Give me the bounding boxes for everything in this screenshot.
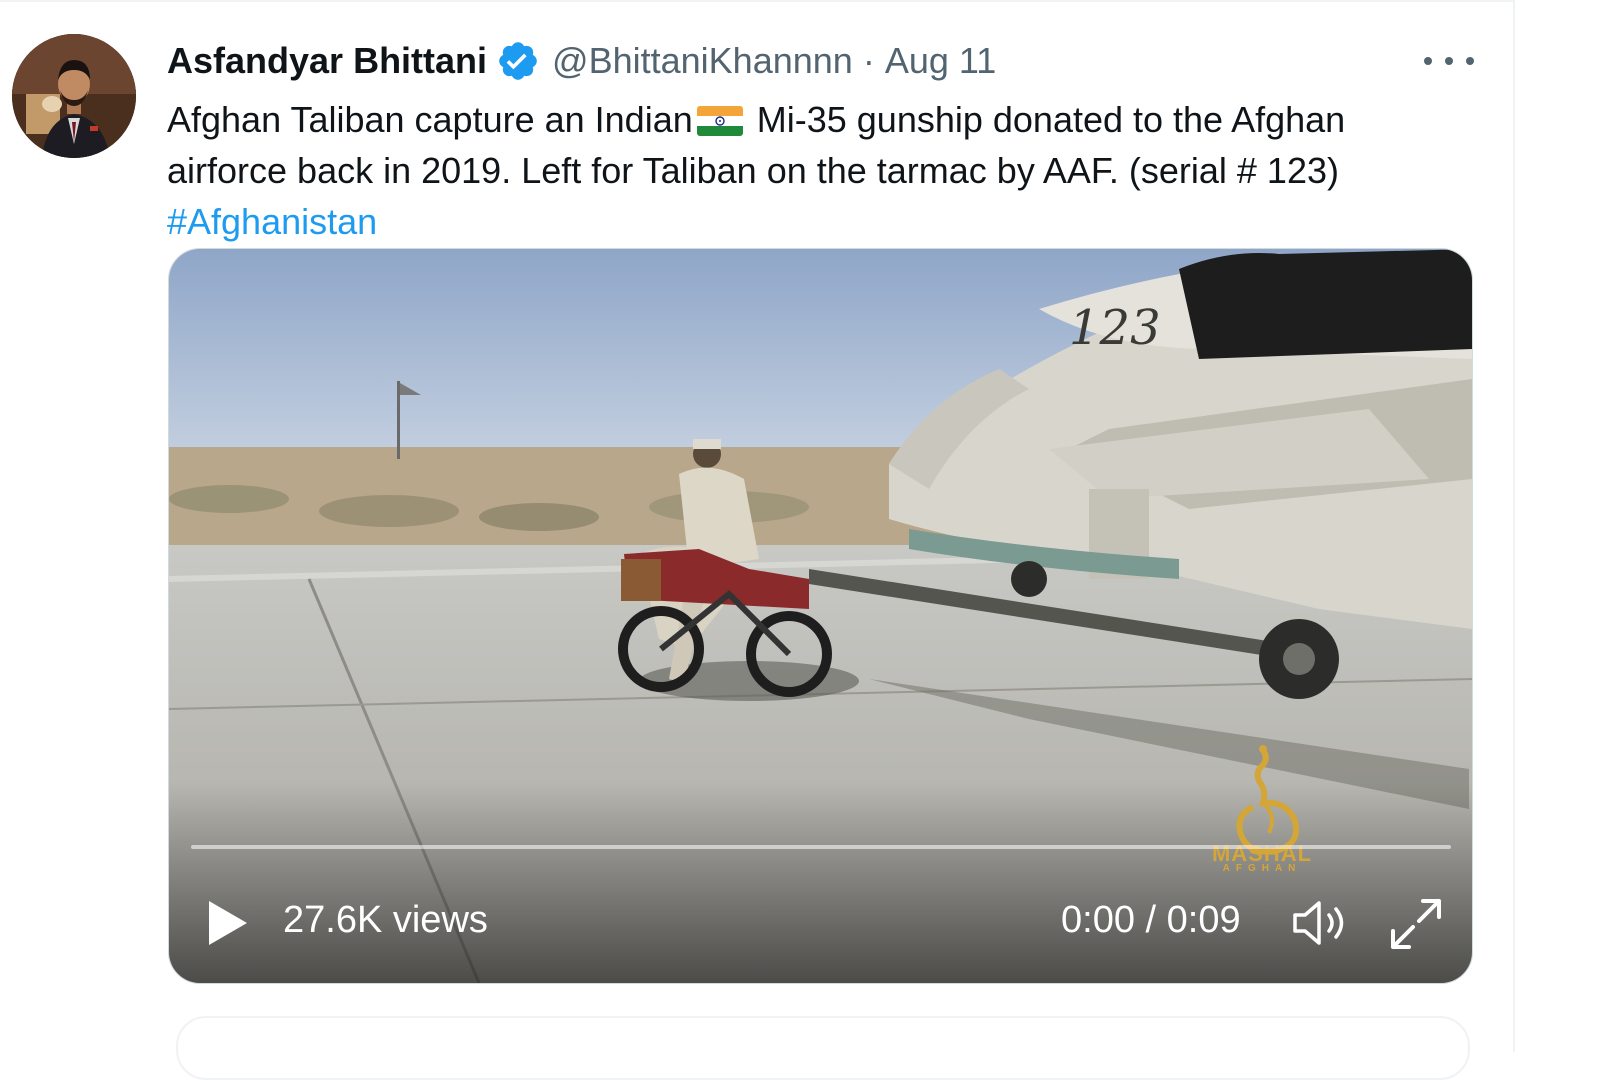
more-options-icon[interactable]: [1424, 46, 1474, 76]
tweet-text: Afghan Taliban capture an Indian Mi-35 g…: [167, 94, 1487, 247]
author-name[interactable]: Asfandyar Bhittani: [167, 40, 487, 82]
tweet-text-segment: Afghan Taliban capture an Indian: [167, 99, 693, 140]
video-progress-bar[interactable]: [191, 845, 1451, 849]
helicopter-serial: 123: [1069, 300, 1161, 356]
verified-badge-icon: [496, 39, 540, 83]
volume-icon[interactable]: [1291, 897, 1353, 949]
quoted-card-edge: [176, 1016, 1470, 1080]
top-divider: [0, 0, 1515, 2]
video-time: 0:00 / 0:09: [1061, 899, 1241, 941]
avatar[interactable]: [12, 34, 136, 158]
fullscreen-icon[interactable]: [1387, 895, 1445, 953]
tweet-header: Asfandyar Bhittani @BhittaniKhannnn · Au…: [167, 36, 996, 86]
hashtag-link[interactable]: #Afghanistan: [167, 201, 377, 242]
view-count: 27.6K views: [283, 899, 488, 941]
india-flag-icon: [696, 106, 743, 136]
tweet-text-line1: Afghan Taliban capture an Indian Mi-35 g…: [167, 94, 1487, 145]
tweet-date[interactable]: Aug 11: [885, 40, 996, 82]
video-player[interactable]: 123 MASHAL AFGHAN 27.6K views 0:00 / 0:0…: [168, 248, 1473, 984]
timeline-border: [1513, 0, 1515, 1052]
author-handle[interactable]: @BhittaniKhannnn: [552, 40, 853, 82]
separator-dot: ·: [862, 40, 875, 81]
tweet-text-line2: airforce back in 2019. Left for Taliban …: [167, 150, 1339, 191]
video-controls: 27.6K views 0:00 / 0:09: [169, 861, 1472, 983]
play-icon[interactable]: [205, 897, 251, 949]
tweet-text-segment: Mi-35 gunship donated to the Afghan: [746, 99, 1346, 140]
